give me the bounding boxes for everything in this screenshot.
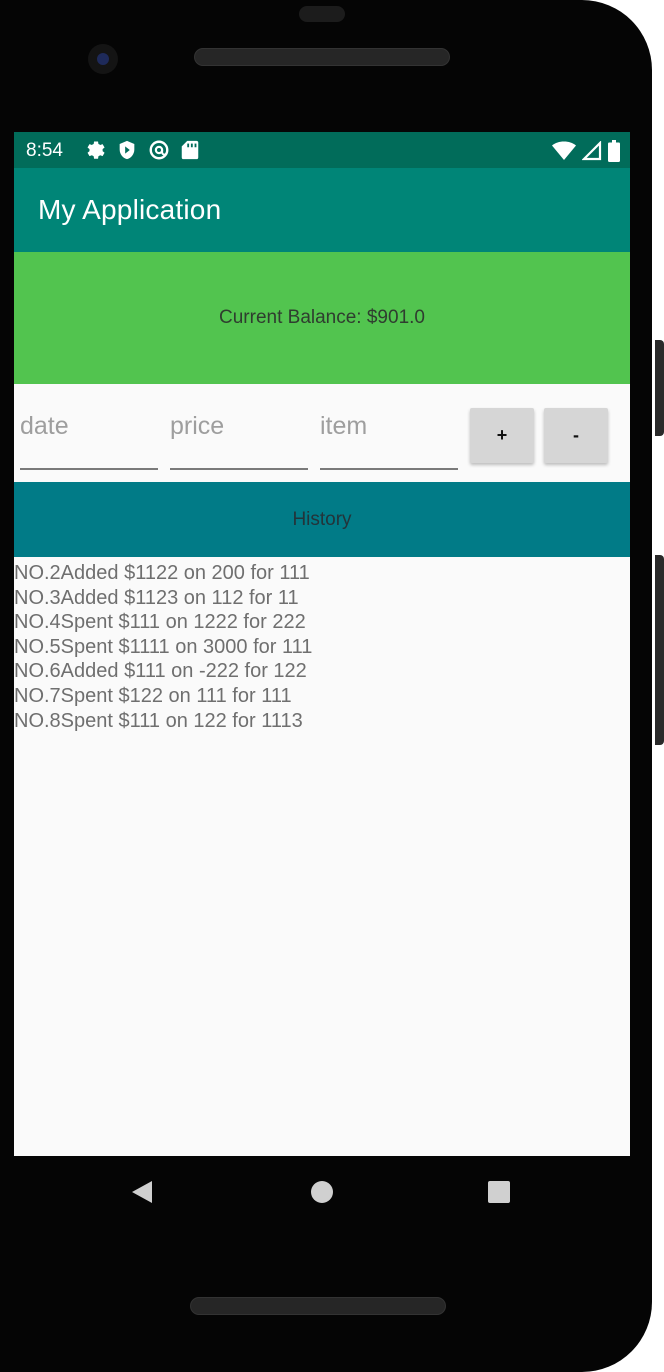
battery-icon — [608, 140, 620, 162]
item-input[interactable] — [320, 412, 456, 441]
power-button — [655, 555, 664, 745]
list-item: NO.6Added $111 on -222 for 122 — [14, 660, 307, 683]
gear-icon — [84, 139, 106, 161]
price-input[interactable] — [170, 412, 306, 441]
phone-frame: 8:54 My Application Current Balance: $90… — [0, 0, 652, 1372]
at-sign-icon — [148, 139, 170, 161]
wifi-icon — [552, 141, 576, 161]
home-icon[interactable] — [310, 1180, 334, 1209]
earpiece-speaker — [194, 48, 450, 66]
app-bar: My Application — [14, 168, 630, 252]
recents-icon[interactable] — [487, 1180, 511, 1209]
sd-card-icon — [180, 139, 200, 161]
add-button[interactable]: + — [470, 408, 534, 463]
screen: 8:54 My Application Current Balance: $90… — [14, 132, 630, 1156]
status-bar: 8:54 — [14, 132, 630, 168]
balance-panel: Current Balance: $901.0 — [14, 252, 630, 384]
sensor-slot — [299, 6, 345, 22]
price-field — [170, 384, 308, 470]
shield-play-icon — [116, 139, 138, 161]
subtract-button[interactable]: - — [544, 408, 608, 463]
history-list: NO.2Added $1122 on 200 for 111 NO.3Added… — [14, 561, 630, 733]
current-balance-text: Current Balance: $901.0 — [219, 307, 425, 328]
navigation-bar — [14, 1156, 630, 1228]
status-icons-left — [84, 139, 200, 161]
list-item: NO.2Added $1122 on 200 for 111 — [14, 562, 310, 584]
date-field — [20, 384, 158, 470]
front-camera — [88, 44, 118, 74]
transaction-input-row: + - — [14, 384, 630, 482]
status-icons-right — [552, 140, 620, 162]
bottom-speaker — [190, 1297, 446, 1315]
back-icon[interactable] — [130, 1180, 154, 1209]
list-item: NO.4Spent $111 on 1222 for 222 — [14, 611, 306, 634]
history-header: History — [14, 482, 630, 557]
cell-signal-icon — [582, 141, 602, 161]
date-input[interactable] — [20, 412, 156, 441]
app-title: My Application — [38, 194, 222, 225]
volume-button — [655, 340, 664, 436]
list-item: NO.3Added $1123 on 112 for 11 — [14, 586, 299, 609]
list-item: NO.5Spent $1111 on 3000 for 111 — [14, 635, 313, 658]
history-title: History — [292, 509, 352, 530]
list-item: NO.7Spent $122 on 111 for 111 — [14, 684, 292, 707]
item-field — [320, 384, 458, 470]
status-time: 8:54 — [26, 140, 63, 161]
list-item: NO.8Spent $111 on 122 for 1113 — [14, 709, 303, 732]
